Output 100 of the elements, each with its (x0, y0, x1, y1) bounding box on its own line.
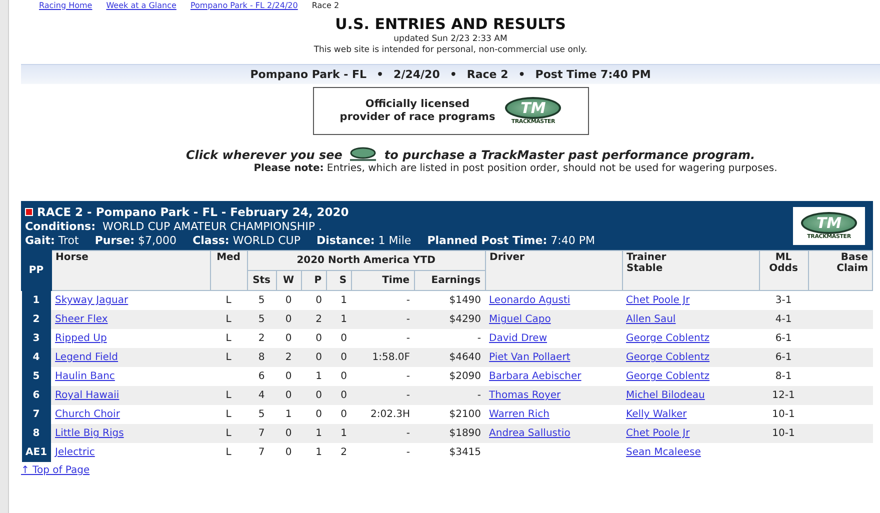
shows-cell: 2 (340, 447, 348, 458)
earnings-cell: $4640 (449, 352, 482, 363)
separator-dot: • (376, 68, 384, 81)
odds-cell: 10-1 (772, 428, 795, 439)
earnings-cell: $4290 (449, 314, 482, 325)
race-detail: Class: WORLD CUP (192, 234, 300, 246)
places-cell: 1 (316, 428, 322, 439)
horse-link[interactable]: Church Choir (55, 409, 120, 420)
trainer-link[interactable]: Chet Poole Jr (626, 295, 690, 306)
odds-cell: 8-1 (775, 371, 792, 382)
column-header: Sts (247, 270, 276, 290)
shows-cell: 1 (340, 295, 348, 306)
driver-link[interactable]: Warren Rich (489, 409, 550, 420)
post-position: 4 (22, 348, 52, 367)
medication-cell: L (226, 333, 232, 344)
medication-cell: L (226, 352, 232, 363)
starts-cell: 7 (258, 428, 265, 439)
earnings-cell: $2090 (449, 371, 482, 382)
places-cell: 1 (316, 447, 322, 458)
wins-cell: 0 (285, 333, 292, 344)
driver-link[interactable]: Leonardo Agusti (489, 295, 570, 306)
horse-link[interactable]: Jelectric (55, 447, 95, 458)
shows-cell: 1 (340, 314, 348, 325)
wins-cell: 0 (285, 390, 292, 401)
time-cell: - (406, 390, 410, 401)
horse-link[interactable]: Sheer Flex (55, 314, 108, 325)
medication-cell: L (226, 314, 232, 325)
time-cell: - (406, 333, 410, 344)
race-detail: Gait: Trot (25, 234, 79, 246)
column-header: W (276, 270, 302, 290)
purchase-text: to purchase a TrackMaster past performance program. (384, 148, 755, 162)
medication-cell: L (226, 409, 232, 420)
banner-text: Officially licensed provider of race programs (340, 98, 496, 124)
trainer-link[interactable]: George Coblentz (626, 333, 710, 344)
medication-cell: L (226, 390, 232, 401)
odds-cell: 3-1 (775, 295, 792, 306)
driver-link[interactable]: Barbara Aebischer (489, 371, 582, 382)
trainer-link[interactable]: Sean Mcaleese (626, 447, 701, 458)
shows-cell: 0 (340, 371, 348, 382)
horse-link[interactable]: Haulin Banc (55, 371, 115, 382)
earnings-cell: $1490 (449, 295, 482, 306)
race-info-text: Race 2 (466, 68, 508, 81)
wagering-note: Please note: Entries, which are listed in post position order, should not be used for wagering purposes. (254, 163, 778, 174)
column-header: Earnings (414, 270, 486, 290)
medication-cell: L (226, 428, 232, 439)
starts-cell: 8 (258, 352, 265, 363)
trainer-link[interactable]: George Coblentz (626, 371, 710, 382)
race-title: RACE 2 - Pompano Park - FL - February 24, 2020 (37, 204, 349, 218)
breadcrumb-link[interactable]: Pompano Park - FL 2/24/20 (190, 0, 298, 10)
column-header: ML Odds (759, 250, 808, 290)
starts-cell: 6 (258, 371, 265, 382)
starts-cell: 5 (258, 314, 265, 325)
starts-cell: 4 (258, 390, 265, 401)
time-cell: - (406, 428, 410, 439)
time-cell: - (406, 314, 410, 325)
race-detail: Planned Post Time: 7:40 PM (427, 234, 595, 246)
starts-cell: 5 (258, 409, 265, 420)
race-conditions: Conditions: WORLD CUP AMATEUR CHAMPIONSHIP . (25, 220, 323, 232)
wins-cell: 0 (285, 371, 292, 382)
starts-cell: 7 (258, 447, 265, 458)
post-position: 7 (22, 405, 52, 424)
column-header: 2020 North America YTD (247, 250, 486, 270)
earnings-cell: $3415 (449, 447, 482, 458)
column-header: Med (210, 250, 248, 290)
trainer-link[interactable]: Kelly Walker (626, 409, 687, 420)
earnings-cell: $1890 (449, 428, 482, 439)
horse-link[interactable]: Ripped Up (55, 333, 107, 344)
purchase-text: Click wherever you see (186, 148, 342, 162)
odds-cell: 12-1 (772, 390, 795, 401)
race-detail: Distance: 1 Mile (316, 234, 412, 246)
wins-cell: 0 (285, 447, 292, 458)
places-cell: 0 (316, 390, 322, 401)
wins-cell: 1 (285, 409, 292, 420)
column-header: Base Claim (808, 250, 872, 290)
earnings-cell: $2100 (449, 409, 482, 420)
driver-link[interactable]: David Drew (489, 333, 548, 344)
starts-cell: 2 (258, 333, 265, 344)
earnings-cell: - (477, 390, 482, 401)
breadcrumb-current: Race 2 (312, 0, 340, 10)
wins-cell: 0 (285, 295, 292, 306)
column-header: Horse (51, 250, 210, 290)
race-info-text: Post Time 7:40 PM (535, 68, 651, 81)
breadcrumb-link[interactable]: Week at a Glance (106, 0, 176, 10)
column-header: S (326, 270, 352, 290)
wins-cell: 0 (285, 428, 292, 439)
shows-cell: 1 (340, 428, 348, 439)
shows-cell: 0 (340, 390, 348, 401)
odds-cell: 4-1 (775, 314, 792, 325)
places-cell: 0 (316, 352, 322, 363)
post-position: 3 (22, 329, 52, 348)
breadcrumb-link[interactable]: Racing Home (39, 0, 92, 10)
top-of-page-link[interactable]: ↑ Top of Page (21, 465, 90, 476)
time-cell: - (406, 371, 410, 382)
shows-cell: 0 (340, 352, 348, 363)
horse-link[interactable]: Skyway Jaguar (55, 295, 128, 306)
odds-cell: 6-1 (775, 333, 792, 344)
column-header: Trainer Stable (622, 250, 760, 290)
time-cell: 1:58.0F (372, 352, 410, 363)
wins-cell: 0 (285, 314, 292, 325)
post-position: 6 (22, 386, 52, 405)
